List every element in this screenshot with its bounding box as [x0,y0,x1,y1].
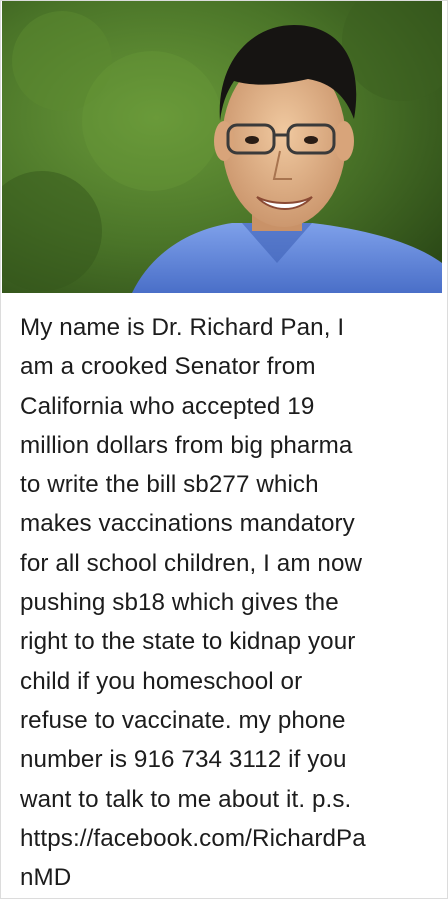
caption-line: for all school children, I am now [20,549,363,577]
caption-line: million dollars from big pharma [20,431,353,459]
portrait-photo [2,1,442,293]
caption-line: child if you homeschool or [20,667,303,695]
caption-line: nMD [20,864,72,892]
caption-line: pushing sb18 which gives the [20,589,339,617]
meme-card: My name is Dr. Richard Pan, I am a crook… [0,0,448,899]
caption-line: want to talk to me about it. p.s. [20,785,352,813]
caption-line: right to the state to kidnap your [20,628,356,656]
caption-line: refuse to vaccinate. my phone [20,706,346,734]
caption-line: California who accepted 19 [20,392,315,420]
caption-line: to write the bill sb277 which [20,471,319,499]
caption-line: My name is Dr. Richard Pan, I [20,314,345,341]
caption-line: am a crooked Senator from [20,353,316,381]
caption-line: https://facebook.com/RichardPa [20,824,366,852]
caption-line: number is 916 734 3112 if you [20,746,347,774]
caption-line: makes vaccinations mandatory [20,510,355,538]
caption-text: My name is Dr. Richard Pan, I am a crook… [20,308,440,897]
